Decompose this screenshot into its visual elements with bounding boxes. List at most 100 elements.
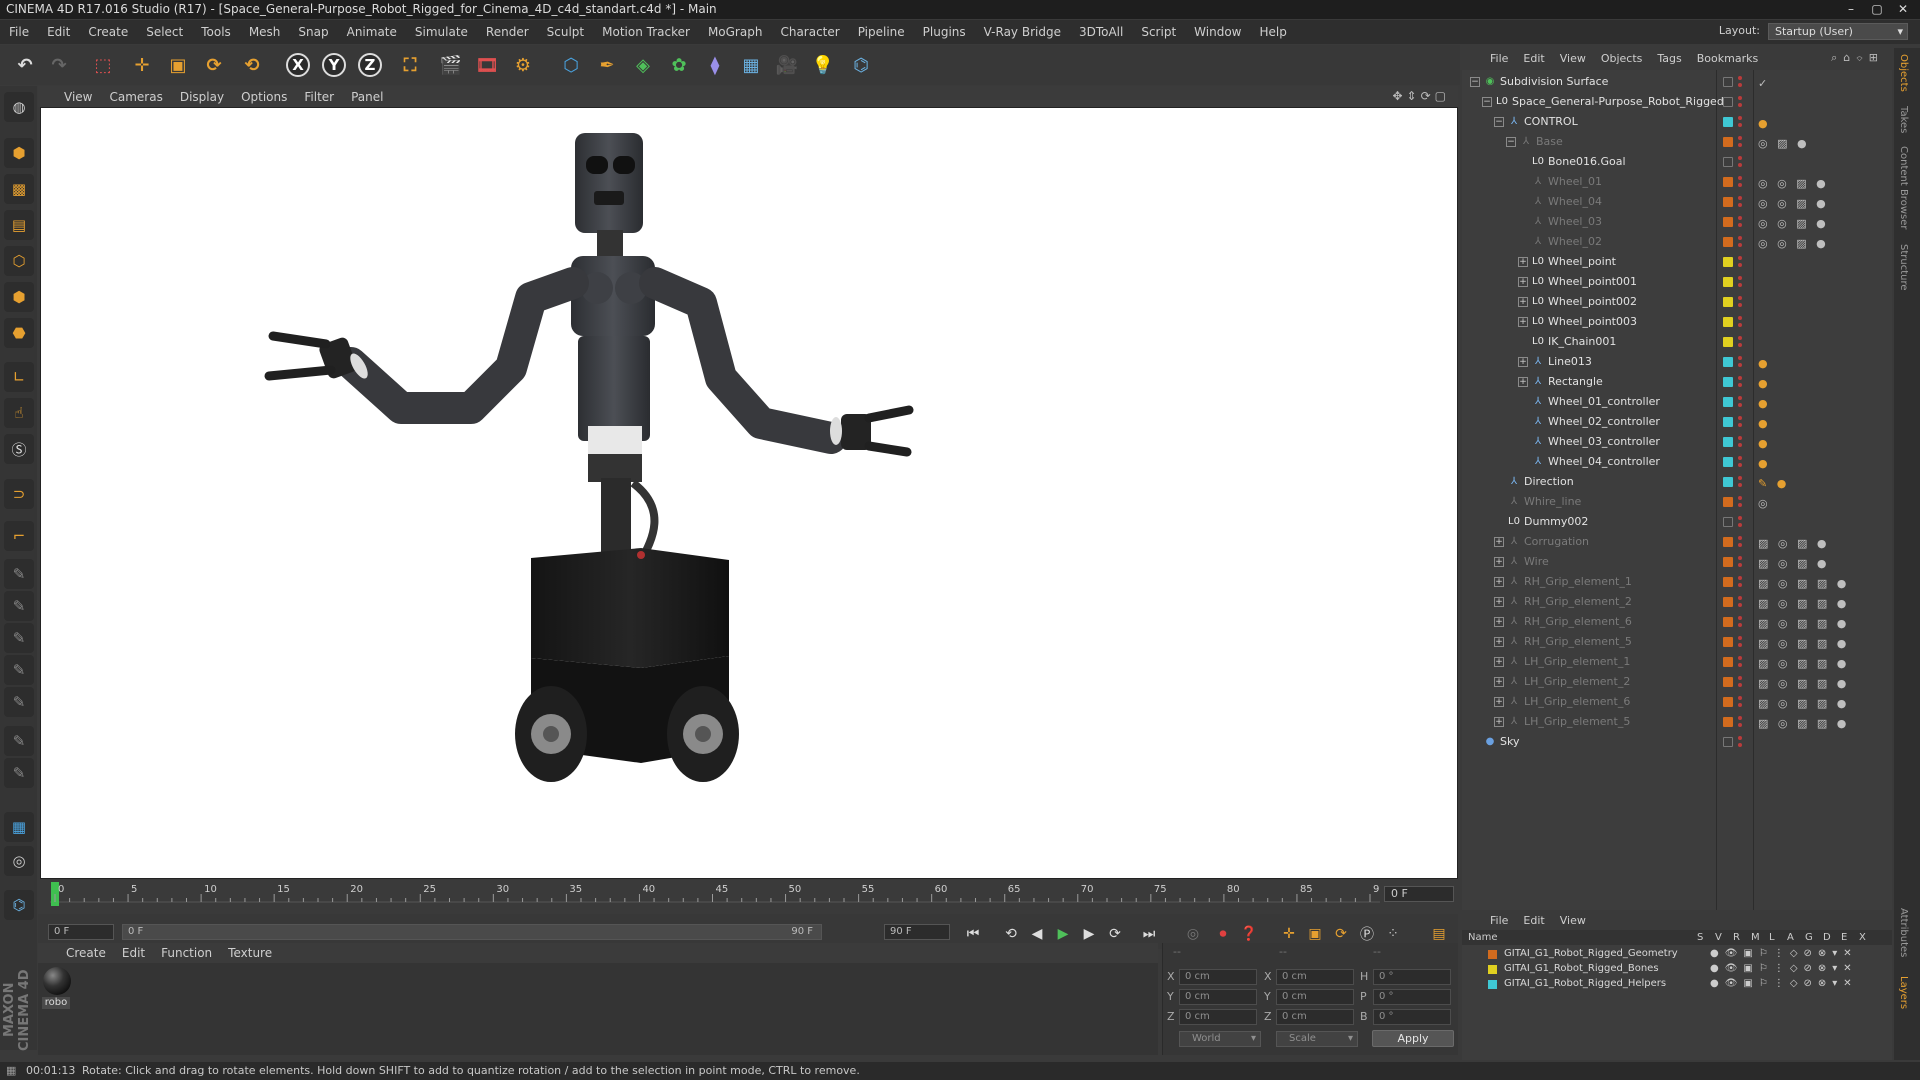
visibility-dots-icon[interactable] [1738,655,1742,669]
timeline-window-icon[interactable]: ▤ [1428,923,1450,945]
layer-toggle-icons[interactable]: ●👁▣⚐⋮◇⊘⊗▾✕ [1710,947,1858,961]
object-name[interactable]: Base [1536,132,1563,152]
play-icon[interactable]: ▶ [1052,923,1074,945]
layer-color-tag[interactable] [1723,137,1733,147]
object-row[interactable]: L0 IK_Chain001 [1462,332,1892,352]
material-menu-edit[interactable]: Edit [122,946,145,960]
end-frame-field[interactable]: 90 F [884,924,950,940]
expand-toggle-icon[interactable]: + [1494,597,1504,607]
next-key-icon[interactable]: ⟳ [1104,923,1126,945]
visibility-dots-icon[interactable] [1738,515,1742,529]
snapping-icon[interactable]: Ⓢ [4,434,34,464]
object-row[interactable]: + ⅄ RH_Grip_element_6 ▨ ◎ ▨ ▨ ● [1462,612,1892,632]
object-row[interactable]: + ⅄ LH_Grip_element_1 ▨ ◎ ▨ ▨ ● [1462,652,1892,672]
material-menu-function[interactable]: Function [161,946,212,960]
menu-file[interactable]: File [0,25,38,39]
goto-end-icon[interactable]: ⏭ [1138,923,1160,945]
object-row[interactable]: + ⅄ Wire ▨ ◎ ▨ ● [1462,552,1892,572]
viewport-menu-options[interactable]: Options [241,90,287,104]
object-row[interactable]: + ⅄ RH_Grip_element_1 ▨ ◎ ▨ ▨ ● [1462,572,1892,592]
object-name[interactable]: Wheel_02_controller [1548,412,1660,432]
object-row[interactable]: + ⅄ LH_Grip_element_2 ▨ ◎ ▨ ▨ ● [1462,672,1892,692]
visibility-dots-icon[interactable] [1738,75,1742,89]
pull-tool-icon[interactable]: ✎ [4,591,34,621]
object-name[interactable]: Whire_line [1524,492,1581,512]
layer-color-swatch[interactable] [1488,965,1497,974]
z-axis-lock-button[interactable]: Z [358,53,382,77]
tab-layers[interactable]: Layers [1898,976,1909,1009]
object-name[interactable]: Space_General-Purpose_Robot_Rigged [1512,92,1724,112]
layer-toggle-icons[interactable]: ●👁▣⚐⋮◇⊘⊗▾✕ [1710,962,1858,976]
object-name[interactable]: Wheel_point002 [1548,292,1637,312]
menu-window[interactable]: Window [1185,25,1250,39]
visibility-dots-icon[interactable] [1738,635,1742,649]
visibility-dots-icon[interactable] [1738,675,1742,689]
minimize-icon[interactable]: – [1838,0,1864,19]
smooth-tool-icon[interactable]: ✎ [4,623,34,653]
tweak-mode-icon[interactable]: ☝ [4,398,34,428]
current-frame-field[interactable]: 0 F [1384,886,1454,902]
object-tags[interactable]: ● [1758,414,1771,434]
layer-color-tag[interactable] [1723,657,1733,667]
object-name[interactable]: Corrugation [1524,532,1589,552]
previous-key-icon[interactable]: ⟲ [1000,923,1022,945]
visibility-dots-icon[interactable] [1738,535,1742,549]
menu-script[interactable]: Script [1132,25,1185,39]
object-tags[interactable]: ● [1758,434,1771,454]
object-row[interactable]: ● Sky [1462,732,1892,752]
object-row[interactable]: ⅄ Wheel_03 ◎ ◎ ▨ ● [1462,212,1892,232]
layer-color-tag[interactable] [1723,217,1733,227]
visibility-dots-icon[interactable] [1738,155,1742,169]
collapse-toggle-icon[interactable]: − [1506,137,1516,147]
layer-color-tag[interactable] [1723,297,1733,307]
expand-toggle-icon[interactable]: + [1518,297,1528,307]
object-row[interactable]: ⅄ Direction ✎ ● [1462,472,1892,492]
position-key-icon[interactable]: ✛ [1278,923,1300,945]
layer-color-tag[interactable] [1723,77,1733,87]
object-name[interactable]: Wheel_04 [1548,192,1602,212]
material-name[interactable]: robo [42,997,70,1009]
menu-3dtoall[interactable]: 3DToAll [1070,25,1132,39]
object-name[interactable]: Wheel_01 [1548,172,1602,192]
object-tags[interactable]: ● [1758,354,1771,374]
layer-color-tag[interactable] [1723,457,1733,467]
menu-help[interactable]: Help [1250,25,1295,39]
object-tags[interactable]: ◎ ◎ ▨ ● [1758,214,1829,234]
layer-color-tag[interactable] [1723,377,1733,387]
autokeying-icon[interactable]: ⏺ [1212,923,1234,945]
object-row[interactable]: ⅄ Whire_line ◎ [1462,492,1892,512]
visibility-dots-icon[interactable] [1738,355,1742,369]
expand-toggle-icon[interactable]: + [1518,277,1528,287]
layer-color-tag[interactable] [1723,737,1733,747]
menu-mograph[interactable]: MoGraph [699,25,772,39]
material-preview-icon[interactable] [43,967,71,995]
object-name[interactable]: Wheel_point001 [1548,272,1637,292]
expand-toggle-icon[interactable]: + [1518,317,1528,327]
menu-vray-bridge[interactable]: V-Ray Bridge [975,25,1070,39]
expand-toggle-icon[interactable]: + [1494,637,1504,647]
make-editable-icon[interactable]: ◍ [4,92,34,122]
expand-toggle-icon[interactable]: + [1494,657,1504,667]
layer-color-tag[interactable] [1723,497,1733,507]
object-name[interactable]: IK_Chain001 [1548,332,1616,352]
object-tags[interactable]: ● [1758,454,1771,474]
layer-color-swatch[interactable] [1488,950,1497,959]
visibility-dots-icon[interactable] [1738,315,1742,329]
layer-color-tag[interactable] [1723,117,1733,127]
visibility-dots-icon[interactable] [1738,255,1742,269]
flatten-tool-icon[interactable]: ✎ [4,655,34,685]
object-row[interactable]: − L0 Space_General-Purpose_Robot_Rigged [1462,92,1892,112]
menu-render[interactable]: Render [477,25,538,39]
visibility-dots-icon[interactable] [1738,435,1742,449]
expand-toggle-icon[interactable]: + [1494,677,1504,687]
object-row[interactable]: − ⅄ CONTROL ● [1462,112,1892,132]
visibility-dots-icon[interactable] [1738,475,1742,489]
object-tags[interactable]: ▨ ◎ ▨ ▨ ● [1758,614,1849,634]
3d-viewport[interactable] [40,107,1458,879]
pinch-tool-icon[interactable]: ✎ [4,726,34,756]
points-mode-icon[interactable]: ⬡ [4,246,34,276]
visibility-dots-icon[interactable] [1738,595,1742,609]
object-row[interactable]: ⅄ Wheel_01_controller ● [1462,392,1892,412]
rotation-b-field[interactable]: 0 ° [1373,1009,1451,1025]
visibility-dots-icon[interactable] [1738,135,1742,149]
